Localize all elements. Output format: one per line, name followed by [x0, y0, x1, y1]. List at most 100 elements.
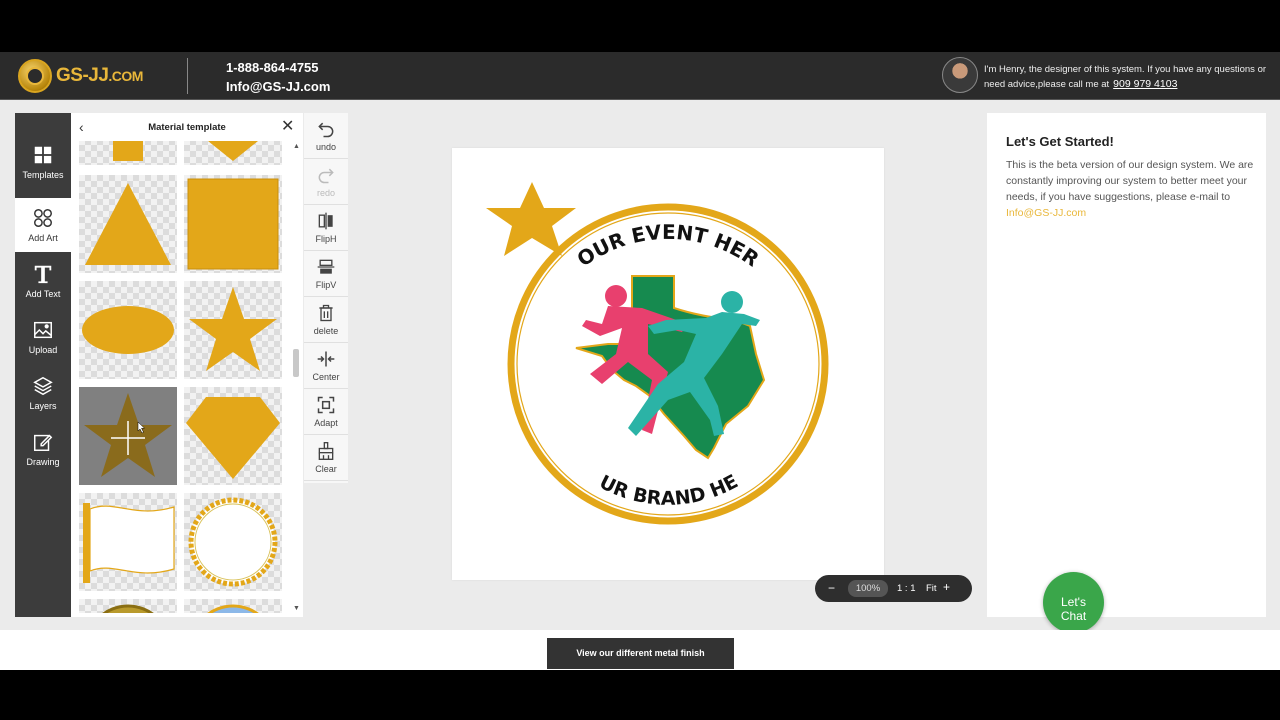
zoom-in-button[interactable]: + [943, 580, 950, 594]
layers-icon [33, 376, 53, 396]
clover-icon [34, 209, 52, 227]
tool-label: redo [316, 188, 335, 198]
shape-tile-diamond-partial[interactable] [184, 141, 282, 165]
grid-icon [34, 146, 52, 164]
info-panel: Let's Get Started! This is the beta vers… [987, 113, 1266, 617]
shape-tile-triangle[interactable] [79, 175, 177, 273]
email-address[interactable]: Info@GS-JJ.com [226, 79, 330, 94]
designer-avatar [942, 57, 978, 93]
undo-button[interactable]: undo [304, 113, 348, 159]
tool-column: undo redo FlipH FlipV delete Center Adap… [304, 113, 348, 483]
shape-tile-chain-ring[interactable] [184, 493, 282, 591]
badge-design: YOUR EVENT HERE YOUR BRAND HERE [444, 129, 829, 525]
zoom-bar: − 100% 1 : 1 Fit + [815, 575, 972, 602]
lion-coin-icon [18, 59, 52, 93]
gs-jj-logo[interactable]: GS-JJ.COM [18, 58, 158, 94]
square-shape [187, 178, 279, 270]
clear-button[interactable]: Clear [304, 435, 348, 481]
ellipse-shape [82, 306, 174, 354]
undo-icon [318, 122, 334, 138]
designer-phone-link[interactable]: 909 979 4103 [1113, 78, 1177, 90]
redo-button[interactable]: redo [304, 159, 348, 205]
shape-grid [77, 141, 287, 613]
zoom-actual-size-button[interactable]: 1 : 1 [897, 583, 916, 594]
shape-tile-diamond[interactable] [184, 387, 282, 485]
tool-label: undo [315, 142, 337, 152]
center-icon [317, 351, 335, 367]
panel-title: Material template [148, 122, 226, 133]
star-shape [189, 287, 277, 371]
circle-shape [207, 604, 259, 613]
triangle-shape [85, 183, 171, 265]
scroll-up-arrow[interactable]: ▲ [293, 143, 300, 150]
scroll-down-arrow[interactable]: ▼ [293, 605, 300, 612]
sidebar-item-layers[interactable]: Layers [15, 366, 71, 420]
tool-label: FlipV [315, 280, 337, 290]
shape-tile-banner[interactable] [79, 493, 177, 591]
info-body: This is the beta version of our design s… [1006, 157, 1258, 221]
shape-tile-circle-gold[interactable] [79, 599, 177, 613]
zoom-fit-button[interactable]: Fit [926, 583, 937, 594]
info-text: This is the beta version of our design s… [1006, 159, 1254, 203]
adapt-icon [317, 396, 335, 414]
shape-tile-star-hover[interactable] [79, 387, 177, 485]
diamond-shape [208, 141, 258, 161]
tool-label: FlipH [315, 234, 337, 244]
scrollbar-thumb[interactable] [293, 349, 299, 377]
circle-shape [102, 604, 154, 613]
panel-header: ‹ Material template ✕ [71, 113, 303, 141]
trash-icon [319, 304, 333, 322]
shape-tile-square-partial[interactable] [79, 141, 177, 165]
text-T-icon [34, 265, 52, 284]
site-header: GS-JJ.COM 1-888-864-4755 Info@GS-JJ.com … [0, 52, 1280, 100]
delete-button[interactable]: delete [304, 297, 348, 343]
shape-tile-ellipse[interactable] [79, 281, 177, 379]
info-email-link[interactable]: Info@GS-JJ.com [1006, 207, 1086, 219]
zoom-value[interactable]: 100% [848, 580, 888, 597]
diamond-shape [186, 397, 280, 479]
flip-horizontal-icon [318, 212, 333, 230]
chat-line-1: Let's [1061, 595, 1086, 609]
design-canvas[interactable]: YOUR EVENT HERE YOUR BRAND HERE [444, 129, 884, 580]
lets-chat-button[interactable]: Let's Chat [1043, 572, 1104, 633]
adapt-button[interactable]: Adapt [304, 389, 348, 435]
clear-brush-icon [318, 442, 334, 460]
sidebar-item-label: Layers [29, 401, 57, 411]
center-button[interactable]: Center [304, 343, 348, 389]
shape-tile-star[interactable] [184, 281, 282, 379]
banner-shape [83, 503, 175, 583]
sidebar-item-add-art[interactable]: Add Art [15, 198, 71, 252]
material-panel: ‹ Material template ✕ ▲ ▼ [71, 113, 303, 617]
info-title: Let's Get Started! [1006, 134, 1114, 149]
shape-tile-circle-blue[interactable] [184, 599, 282, 613]
metal-finish-button[interactable]: View our different metal finish [547, 638, 734, 669]
shape-tile-square[interactable] [184, 175, 282, 273]
phone-number: 1-888-864-4755 [226, 60, 319, 75]
flip-v-button[interactable]: FlipV [304, 251, 348, 297]
star-shape [84, 393, 172, 477]
sidebar-item-upload[interactable]: Upload [15, 310, 71, 364]
logo-text: GS-JJ.COM [56, 65, 143, 86]
close-icon[interactable]: ✕ [281, 116, 294, 136]
flip-h-button[interactable]: FlipH [304, 205, 348, 251]
square-shape [113, 141, 143, 161]
sidebar: Templates Add Art Add Text Upload Layers… [15, 113, 71, 617]
flip-vertical-icon [317, 259, 335, 274]
tool-label: Center [312, 372, 340, 382]
sidebar-item-add-text[interactable]: Add Text [15, 254, 71, 308]
sidebar-item-drawing[interactable]: Drawing [15, 422, 71, 476]
sidebar-item-label: Add Art [28, 233, 58, 243]
header-divider [187, 58, 188, 94]
sidebar-item-label: Templates [22, 170, 64, 180]
tool-label: Clear [315, 464, 337, 474]
tool-label: delete [313, 326, 339, 336]
sidebar-item-templates[interactable]: Templates [15, 135, 71, 189]
sidebar-item-label: Add Text [25, 289, 61, 299]
tool-label: Adapt [314, 418, 338, 428]
zoom-out-button[interactable]: − [828, 581, 835, 595]
designer-note: I'm Henry, the designer of this system. … [984, 63, 1270, 92]
redo-icon [318, 168, 334, 184]
image-icon [34, 321, 52, 339]
pencil-icon [34, 434, 53, 451]
screen: GS-JJ.COM 1-888-864-4755 Info@GS-JJ.com … [0, 0, 1280, 720]
